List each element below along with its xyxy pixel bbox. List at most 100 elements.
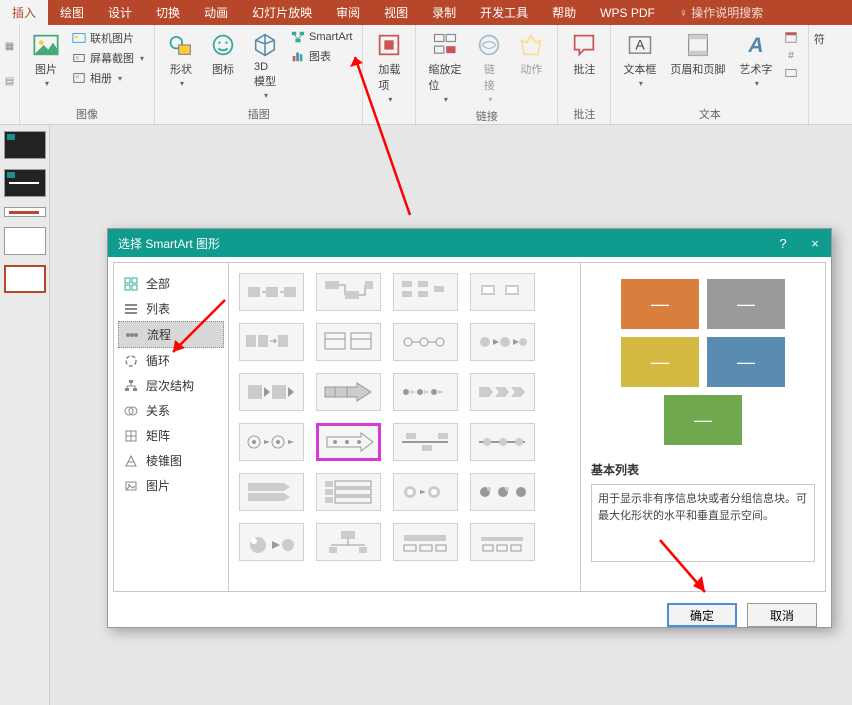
cat-pyramid[interactable]: 棱锥图: [118, 448, 224, 473]
gallery-item[interactable]: [470, 523, 535, 561]
tab-slideshow[interactable]: 幻灯片放映: [240, 0, 324, 26]
gallery-item[interactable]: [470, 273, 535, 311]
cat-cycle[interactable]: 循环: [118, 348, 224, 373]
group-images: 图片 ▾ 联机图片 屏幕截图▾ 相册▾ 图像: [20, 25, 155, 124]
smartart-button[interactable]: SmartArt: [289, 29, 354, 45]
gallery-item-selected[interactable]: [316, 423, 381, 461]
group-addins: 加载 项▾: [363, 25, 416, 124]
dialog-help-button[interactable]: ?: [767, 229, 799, 257]
cat-all[interactable]: 全部: [118, 271, 224, 296]
group-images-label: 图像: [76, 104, 98, 122]
slide-thumb-5[interactable]: [4, 265, 46, 293]
dialog-close-button[interactable]: ×: [799, 229, 831, 257]
gallery-item[interactable]: [239, 273, 304, 311]
gallery-item[interactable]: [239, 373, 304, 411]
gallery-item[interactable]: [470, 473, 535, 511]
screenshot-button[interactable]: 屏幕截图▾: [70, 49, 146, 67]
object-icon: [784, 66, 798, 80]
3dmodels-button[interactable]: 3D 模型▾: [247, 29, 283, 102]
icons-button[interactable]: 图标: [205, 29, 241, 79]
gallery-item[interactable]: [316, 373, 381, 411]
cancel-button[interactable]: 取消: [747, 603, 817, 627]
chart-label: 图表: [309, 48, 331, 64]
gallery-item[interactable]: [470, 423, 535, 461]
gallery-item[interactable]: [393, 523, 458, 561]
cat-matrix[interactable]: 矩阵: [118, 423, 224, 448]
smartart-icon: [291, 30, 305, 44]
smartart-gallery[interactable]: [229, 263, 580, 591]
sym-label: 符: [814, 31, 825, 47]
zoom-button[interactable]: 缩放定 位▾: [424, 29, 465, 106]
tab-draw[interactable]: 绘图: [48, 0, 96, 26]
list-icon: [124, 302, 138, 316]
object-button[interactable]: [782, 65, 800, 81]
tab-design[interactable]: 设计: [96, 0, 144, 26]
ok-button[interactable]: 确定: [667, 603, 737, 627]
action-button[interactable]: 动作: [513, 29, 549, 79]
gallery-item[interactable]: [393, 423, 458, 461]
tab-insert[interactable]: 插入: [0, 0, 48, 26]
cat-relationship[interactable]: 关系: [118, 398, 224, 423]
headerfooter-button[interactable]: 页眉和页脚: [666, 29, 729, 79]
tab-devtools[interactable]: 开发工具: [468, 0, 540, 26]
addins-icon: [375, 31, 403, 59]
link-button[interactable]: 链 接▾: [471, 29, 507, 106]
shapes-icon: [167, 31, 195, 59]
gallery-item[interactable]: [393, 323, 458, 361]
gallery-item[interactable]: [316, 473, 381, 511]
cat-all-label: 全部: [146, 275, 170, 292]
tab-transition[interactable]: 切换: [144, 0, 192, 26]
tab-animation[interactable]: 动画: [192, 0, 240, 26]
gallery-item[interactable]: [393, 373, 458, 411]
comment-button[interactable]: 批注: [566, 29, 602, 79]
hash-icon: #: [784, 48, 798, 62]
symbols-button[interactable]: 符: [814, 29, 825, 49]
shapes-button[interactable]: 形状▾: [163, 29, 199, 90]
group-illustrations: 形状▾ 图标 3D 模型▾ SmartArt 图表 插图: [155, 25, 363, 124]
preview-box-3: —: [621, 337, 699, 387]
picture-cat-icon: [124, 479, 138, 493]
gallery-item[interactable]: [316, 323, 381, 361]
gallery-item[interactable]: [316, 273, 381, 311]
gallery-item[interactable]: [470, 373, 535, 411]
preview-box-2: —: [707, 279, 785, 329]
slide-thumb-3[interactable]: [4, 207, 46, 217]
gallery-item[interactable]: [393, 473, 458, 511]
date-button[interactable]: [782, 29, 800, 45]
slide-thumb-2[interactable]: [4, 169, 46, 197]
tab-review[interactable]: 审阅: [324, 0, 372, 26]
preview-image: — — — — —: [591, 273, 815, 453]
gallery-item[interactable]: [239, 473, 304, 511]
action-label: 动作: [520, 61, 542, 77]
slide-thumb-1[interactable]: [4, 131, 46, 159]
gallery-item[interactable]: [239, 323, 304, 361]
gallery-item[interactable]: [470, 323, 535, 361]
textbox-button[interactable]: A 文本框▾: [619, 29, 660, 90]
tab-tellme[interactable]: ♀ 操作说明搜索: [667, 0, 775, 26]
wordart-label: 艺术字: [739, 61, 772, 77]
tab-view[interactable]: 视图: [372, 0, 420, 26]
gallery-item[interactable]: [316, 523, 381, 561]
addins-button[interactable]: 加载 项▾: [371, 29, 407, 106]
album-button[interactable]: 相册▾: [70, 69, 146, 87]
group-comments: 批注 批注: [558, 25, 611, 124]
tab-record[interactable]: 录制: [420, 0, 468, 26]
tab-help[interactable]: 帮助: [540, 0, 588, 26]
cat-process[interactable]: 流程: [118, 321, 224, 348]
wordart-button[interactable]: A 艺术字▾: [735, 29, 776, 90]
caret-icon: ▾: [45, 79, 49, 88]
cat-rel-label: 关系: [146, 402, 170, 419]
cat-hierarchy[interactable]: 层次结构: [118, 373, 224, 398]
online-label: 联机图片: [90, 30, 134, 46]
cat-picture[interactable]: 图片: [118, 473, 224, 498]
online-pictures-button[interactable]: 联机图片: [70, 29, 146, 47]
pictures-button[interactable]: 图片 ▾: [28, 29, 64, 90]
slide-thumb-4[interactable]: [4, 227, 46, 255]
cat-list[interactable]: 列表: [118, 296, 224, 321]
gallery-item[interactable]: [239, 423, 304, 461]
gallery-item[interactable]: [393, 273, 458, 311]
slidenum-button[interactable]: #: [782, 47, 800, 63]
chart-button[interactable]: 图表: [289, 47, 354, 65]
gallery-item[interactable]: [239, 523, 304, 561]
tab-wpspdf[interactable]: WPS PDF: [588, 1, 667, 25]
